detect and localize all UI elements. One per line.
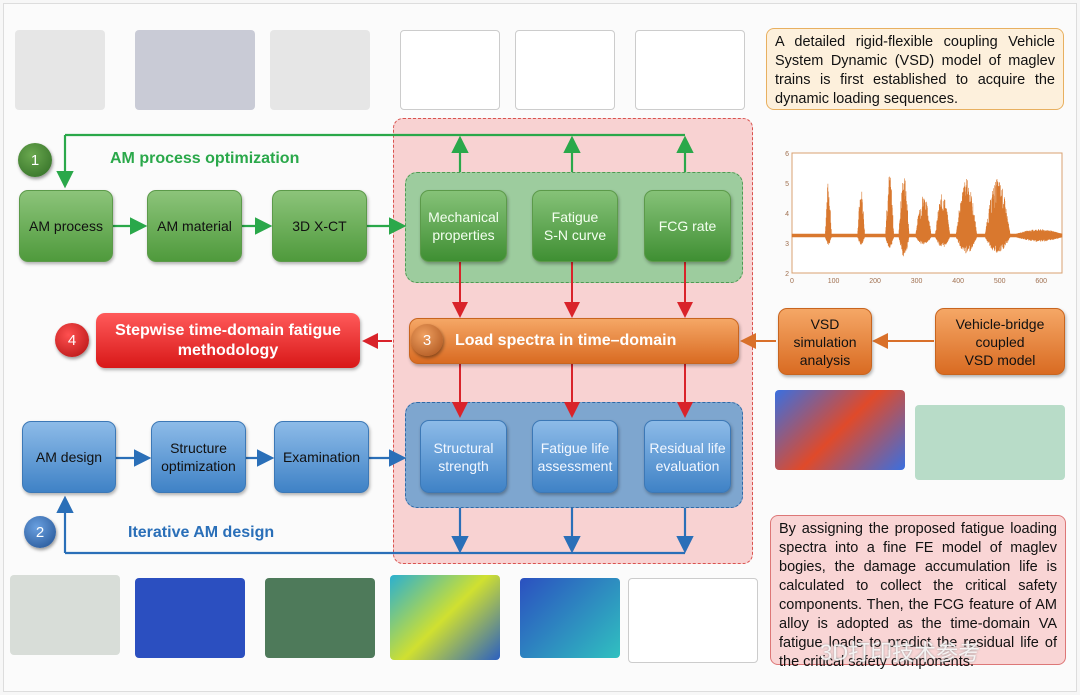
- box-label: AM design: [35, 449, 103, 465]
- box-label: Mechanical: [428, 209, 499, 225]
- residual-life-evaluation-box: Residual life evaluation: [644, 420, 731, 493]
- x-tick-label: 600: [1035, 278, 1047, 285]
- box-label: analysis: [799, 351, 851, 368]
- step-3-badge: 3: [411, 324, 443, 356]
- box-label: Fatigue: [551, 209, 599, 225]
- x-tick-label: 100: [828, 278, 840, 285]
- box-label: evaluation: [655, 457, 720, 474]
- box-label: AM material: [157, 218, 232, 234]
- step-number: 1: [30, 151, 40, 169]
- box-label: properties: [432, 227, 495, 243]
- box-label: S-N curve: [543, 227, 607, 243]
- x-tick-label: 300: [911, 278, 923, 285]
- watermark: 3D打印技术参考: [820, 640, 981, 665]
- x-tick-label: 0: [790, 278, 794, 285]
- box-label: optimization: [161, 458, 236, 474]
- x-tick-label: 200: [869, 278, 881, 285]
- mechanical-properties-box: Mechanical properties: [420, 190, 507, 262]
- step-number: 4: [67, 331, 77, 349]
- examination-box: Examination: [274, 421, 369, 493]
- box-label: Vehicle-bridge: [955, 315, 1045, 332]
- fcg-rate-box: FCG rate: [644, 190, 731, 262]
- box-label: 3D X-CT: [292, 218, 347, 234]
- box-label: Stepwise time-domain fatigue: [115, 321, 341, 339]
- box-label: VSD model: [964, 351, 1036, 368]
- structure-optimization-box: Structure optimization: [151, 421, 246, 493]
- box-label: Structure: [170, 440, 227, 456]
- am-process-box: AM process: [19, 190, 113, 262]
- box-label: Residual life: [649, 439, 726, 456]
- load-spectra-bar: Load spectra in time–domain: [409, 318, 739, 364]
- y-tick-label: 5: [785, 181, 789, 188]
- step-1-badge: 1: [18, 143, 52, 177]
- vehicle-bridge-model-box: Vehicle-bridge coupled VSD model: [935, 308, 1065, 375]
- box-label: Structural: [433, 439, 494, 456]
- load-spectrum-chart: 0 100 200 300 400 500 600 2 3 4 5 6: [785, 151, 1063, 285]
- box-label: Examination: [282, 449, 361, 465]
- structural-strength-box: Structural strength: [420, 420, 507, 493]
- box-label: methodology: [177, 341, 279, 359]
- step-4-badge: 4: [55, 323, 89, 357]
- step-number: 2: [35, 523, 45, 541]
- box-label: FCG rate: [658, 218, 717, 234]
- fatigue-sn-curve-box: Fatigue S-N curve: [532, 190, 618, 262]
- y-tick-label: 4: [785, 211, 789, 218]
- step-number: 3: [422, 331, 432, 349]
- load-spectra-title: Load spectra in time–domain: [455, 332, 677, 349]
- box-label: Fatigue life: [540, 439, 610, 456]
- box-label: assessment: [537, 457, 613, 474]
- step-2-badge: 2: [24, 516, 56, 548]
- y-tick-label: 2: [785, 271, 789, 278]
- box-label: AM process: [29, 218, 103, 234]
- am-process-optimization-title: AM process optimization: [110, 150, 300, 167]
- am-design-box: AM design: [22, 421, 116, 493]
- vsd-simulation-box: VSD simulation analysis: [778, 308, 872, 375]
- x-tick-label: 400: [952, 278, 964, 285]
- x-tick-label: 500: [994, 278, 1006, 285]
- am-material-box: AM material: [147, 190, 242, 262]
- xct-box: 3D X-CT: [272, 190, 367, 262]
- iterative-am-design-title: Iterative AM design: [128, 524, 275, 541]
- box-label: coupled: [975, 333, 1025, 350]
- box-label: strength: [438, 457, 489, 474]
- stepwise-methodology-box: Stepwise time-domain fatigue methodology: [96, 313, 360, 368]
- fatigue-life-assessment-box: Fatigue life assessment: [532, 420, 618, 493]
- vsd-description-note: A detailed rigid-flexible coupling Vehic…: [766, 28, 1064, 110]
- y-tick-label: 3: [785, 241, 789, 248]
- box-label: VSD simulation: [793, 315, 857, 350]
- y-tick-label: 6: [785, 151, 789, 158]
